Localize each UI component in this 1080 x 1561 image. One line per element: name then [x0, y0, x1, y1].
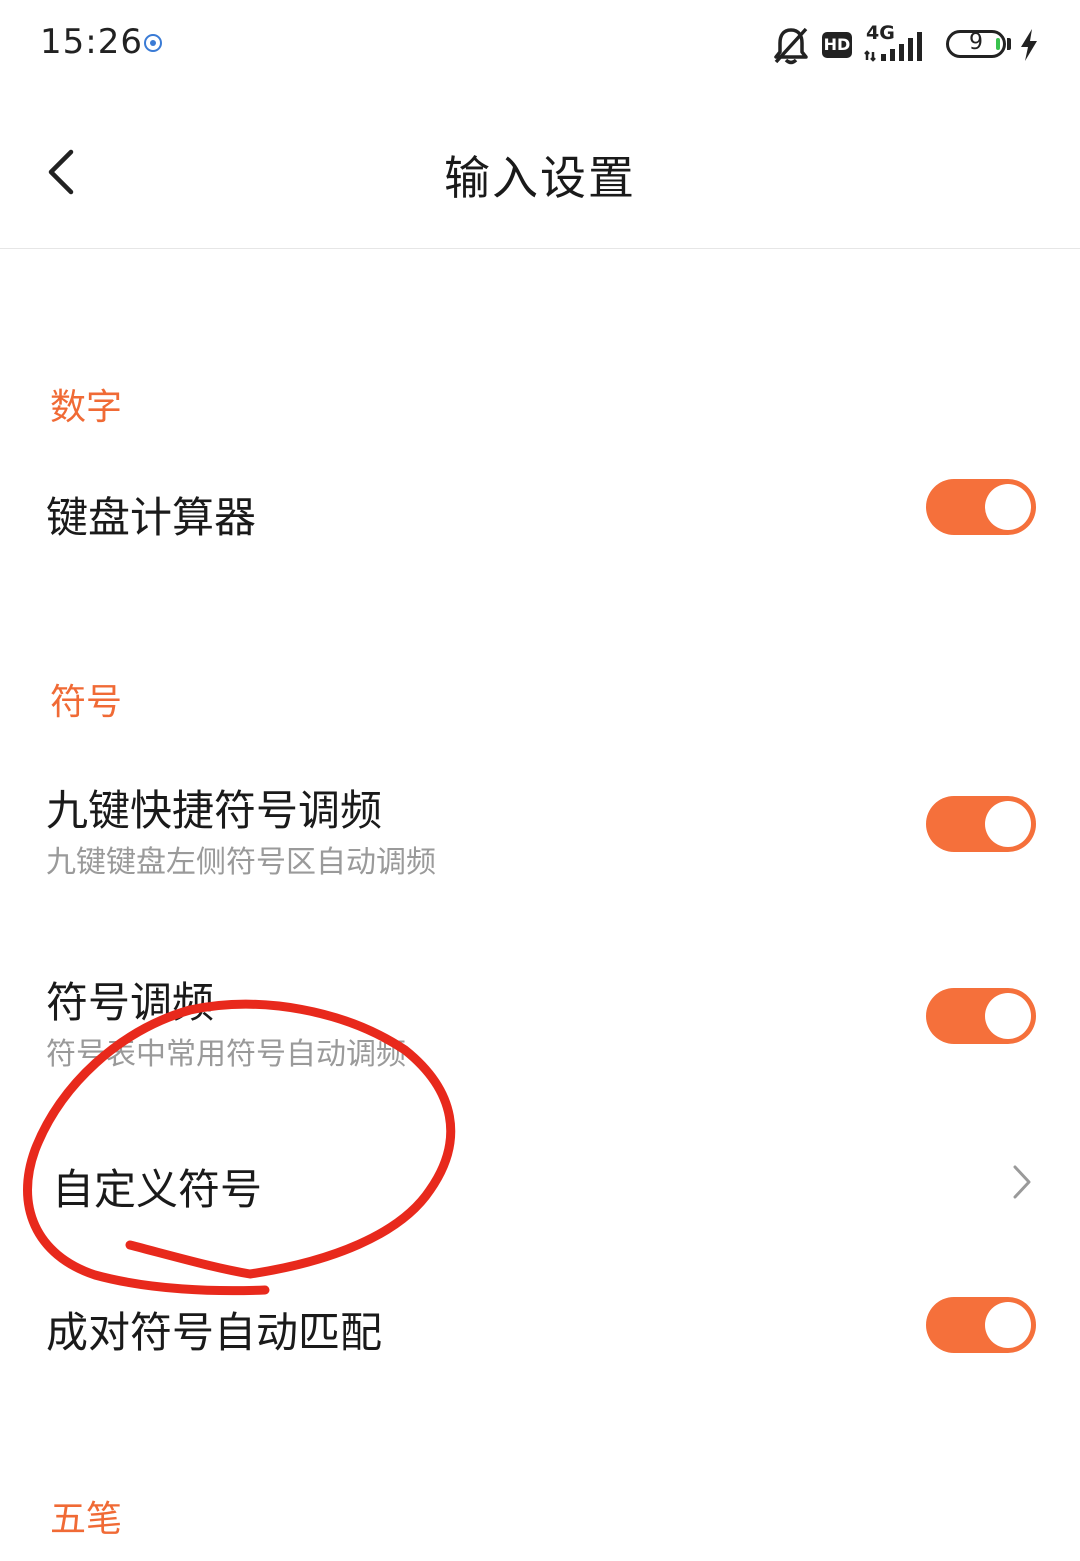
toggle-knob [985, 801, 1031, 847]
signal-4g-icon [864, 32, 922, 62]
row-symbol-freq[interactable]: 符号调频 符号表中常用符号自动调频 [0, 957, 1080, 1077]
row-title: 自定义符号 [52, 1165, 263, 1214]
symbol-freq-toggle[interactable] [926, 988, 1036, 1044]
battery-level: 9 [969, 30, 983, 55]
keyboard-calculator-toggle[interactable] [926, 479, 1036, 535]
toggle-knob [985, 993, 1031, 1039]
row-title: 九键快捷符号调频 [46, 786, 383, 835]
section-header-wubi: 五笔 [50, 1499, 123, 1540]
row-custom-symbols[interactable]: 自定义符号 [0, 1132, 1080, 1232]
status-bar: 15:26 HD 4G 9 [0, 0, 1080, 90]
status-time: 15:26 [40, 22, 143, 62]
header: 输入设置 [0, 90, 1080, 249]
battery-icon: 9 [946, 30, 1006, 58]
battery-tip [1007, 38, 1011, 50]
row-subtitle: 符号表中常用符号自动调频 [46, 1037, 406, 1072]
row-nine-key-symbol-freq[interactable]: 九键快捷符号调频 九键键盘左侧符号区自动调频 [0, 765, 1080, 885]
section-header-digits: 数字 [50, 387, 123, 428]
nine-key-symbol-freq-toggle[interactable] [926, 796, 1036, 852]
battery-fill [996, 38, 1000, 50]
row-subtitle: 九键键盘左侧符号区自动调频 [46, 845, 436, 880]
app-notification-icon [144, 34, 162, 52]
row-title: 成对符号自动匹配 [46, 1308, 383, 1357]
row-paired-symbols[interactable]: 成对符号自动匹配 [0, 1275, 1080, 1375]
mute-bell-icon [774, 27, 808, 65]
row-title: 符号调频 [46, 978, 215, 1027]
row-title: 键盘计算器 [46, 493, 257, 542]
charging-bolt-icon [1021, 29, 1037, 61]
hd-icon: HD [822, 32, 852, 58]
section-header-symbols: 符号 [50, 682, 123, 723]
page-title: 输入设置 [444, 151, 636, 205]
toggle-knob [985, 1302, 1031, 1348]
toggle-knob [985, 484, 1031, 530]
row-keyboard-calculator[interactable]: 键盘计算器 [0, 460, 1080, 560]
paired-symbols-toggle[interactable] [926, 1297, 1036, 1353]
chevron-right-icon [1013, 1165, 1031, 1199]
